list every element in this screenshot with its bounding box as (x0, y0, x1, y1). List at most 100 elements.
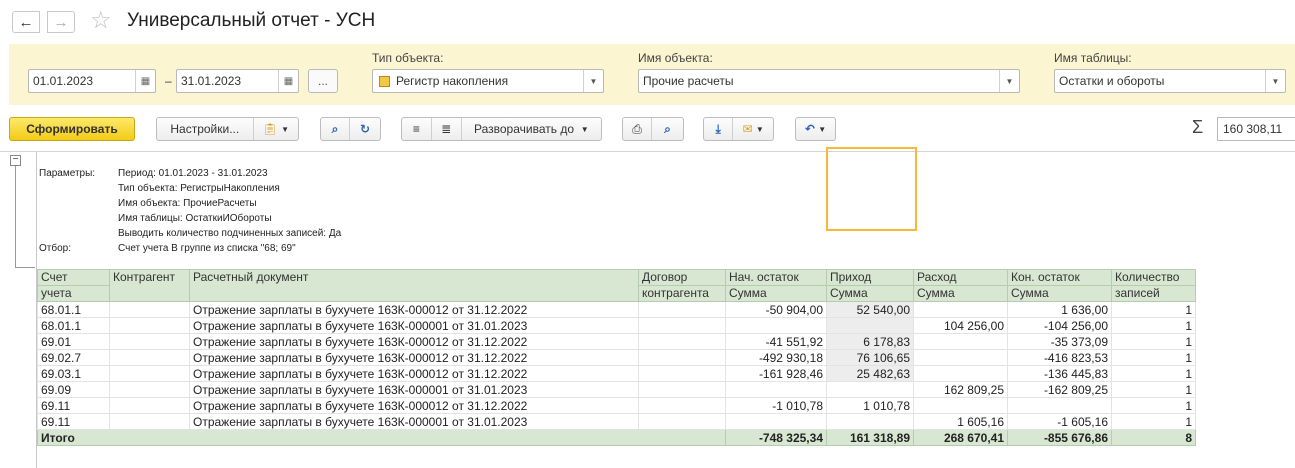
cell-counterparty[interactable] (109, 413, 190, 430)
table-row[interactable]: 68.01.1 Отражение зарплаты в бухучете 16… (37, 301, 1196, 318)
cell-count[interactable]: 1 (1111, 397, 1196, 414)
cell-counterparty[interactable] (109, 397, 190, 414)
cell-end[interactable]: -104 256,00 (1007, 317, 1112, 334)
search-next-icon[interactable]: ↻ (350, 118, 380, 140)
cell-account[interactable]: 69.09 (37, 381, 110, 398)
table-row[interactable]: 69.11 Отражение зарплаты в бухучете 163К… (37, 397, 1196, 414)
cell-count[interactable]: 1 (1111, 365, 1196, 382)
calendar-icon[interactable]: ▦ (135, 70, 155, 92)
cell-count[interactable]: 1 (1111, 317, 1196, 334)
cell-count[interactable]: 1 (1111, 413, 1196, 430)
cell-start[interactable]: -492 930,18 (725, 349, 827, 366)
table-name-select[interactable]: Остатки и обороты ▼ (1054, 69, 1286, 93)
col-count-sub[interactable]: записей (1111, 285, 1196, 302)
expand-all-icon[interactable]: ≣ (432, 118, 462, 140)
cell-income[interactable]: 76 106,65 (826, 349, 914, 366)
table-row[interactable]: 69.09 Отражение зарплаты в бухучете 163К… (37, 381, 1196, 398)
cell-contract[interactable] (638, 317, 726, 334)
cell-count[interactable]: 1 (1111, 333, 1196, 350)
cell-count[interactable]: 1 (1111, 349, 1196, 366)
cell-document[interactable]: Отражение зарплаты в бухучете 163К-00001… (189, 349, 639, 366)
cell-income[interactable]: 1 010,78 (826, 397, 914, 414)
object-name-select[interactable]: Прочие расчеты ▼ (638, 69, 1020, 93)
table-row[interactable]: 68.01.1 Отражение зарплаты в бухучете 16… (37, 317, 1196, 334)
cell-contract[interactable] (638, 301, 726, 318)
collapse-all-icon[interactable]: ≡ (402, 118, 432, 140)
cell-end[interactable]: 1 636,00 (1007, 301, 1112, 318)
cell-expense[interactable] (913, 333, 1008, 350)
cell-start[interactable] (725, 381, 827, 398)
col-count[interactable]: Количество (1111, 269, 1196, 286)
cell-start[interactable]: -41 551,92 (725, 333, 827, 350)
col-account-sub[interactable]: учета (37, 285, 110, 302)
cell-income[interactable] (826, 381, 914, 398)
date-from-field[interactable]: 01.01.2023 ▦ (28, 69, 156, 93)
col-start[interactable]: Нач. остаток (725, 269, 827, 286)
cell-document[interactable]: Отражение зарплаты в бухучете 163К-00001… (189, 333, 639, 350)
cell-document[interactable]: Отражение зарплаты в бухучете 163К-00000… (189, 317, 639, 334)
generate-button[interactable]: Сформировать (9, 117, 135, 141)
variant-menu-button[interactable]: 📋︎ ▼ (254, 118, 298, 140)
cell-start[interactable] (725, 317, 827, 334)
table-row[interactable]: 69.02.7 Отражение зарплаты в бухучете 16… (37, 349, 1196, 366)
collapse-group-icon[interactable]: − (10, 155, 21, 166)
email-menu-button[interactable]: ✉ ▼ (733, 118, 773, 140)
cell-account[interactable]: 69.11 (37, 413, 110, 430)
col-expense-sub[interactable]: Сумма (913, 285, 1008, 302)
cell-expense[interactable] (913, 301, 1008, 318)
calendar-icon[interactable]: ▦ (278, 70, 298, 92)
cell-end[interactable] (1007, 397, 1112, 414)
cell-account[interactable]: 68.01.1 (37, 301, 110, 318)
cell-document[interactable]: Отражение зарплаты в бухучете 163К-00001… (189, 365, 639, 382)
cell-end[interactable]: -416 823,53 (1007, 349, 1112, 366)
cell-document[interactable]: Отражение зарплаты в бухучете 163К-00001… (189, 397, 639, 414)
sum-field[interactable]: 160 308,11 (1217, 117, 1295, 141)
cell-account[interactable]: 69.02.7 (37, 349, 110, 366)
total-end[interactable]: -855 676,86 (1007, 429, 1112, 446)
total-row[interactable]: Итого -748 325,34 161 318,89 268 670,41 … (37, 429, 1196, 446)
print-icon[interactable]: ⎙ (623, 118, 653, 140)
chevron-down-icon[interactable]: ▼ (1265, 70, 1285, 92)
col-contract-sub[interactable]: контрагента (638, 285, 726, 302)
cell-account[interactable]: 69.03.1 (37, 365, 110, 382)
table-row[interactable]: 69.03.1 Отражение зарплаты в бухучете 16… (37, 365, 1196, 382)
cell-counterparty[interactable] (109, 349, 190, 366)
cell-income[interactable]: 6 178,83 (826, 333, 914, 350)
cell-counterparty[interactable] (109, 333, 190, 350)
col-expense[interactable]: Расход (913, 269, 1008, 286)
total-income[interactable]: 161 318,89 (826, 429, 914, 446)
col-counterparty[interactable]: Контрагент (109, 269, 190, 302)
cell-document[interactable]: Отражение зарплаты в бухучете 163К-00001… (189, 301, 639, 318)
settings-button[interactable]: Настройки... (157, 118, 254, 140)
cell-contract[interactable] (638, 381, 726, 398)
cell-start[interactable]: -1 010,78 (725, 397, 827, 414)
cell-counterparty[interactable] (109, 381, 190, 398)
cell-contract[interactable] (638, 333, 726, 350)
cell-end[interactable]: -162 809,25 (1007, 381, 1112, 398)
chevron-down-icon[interactable]: ▼ (583, 70, 603, 92)
cell-contract[interactable] (638, 349, 726, 366)
col-document[interactable]: Расчетный документ (189, 269, 639, 302)
total-start[interactable]: -748 325,34 (725, 429, 827, 446)
cell-start[interactable] (725, 413, 827, 430)
forward-button[interactable]: → (47, 11, 75, 33)
cell-income[interactable]: 52 540,00 (826, 301, 914, 318)
more-actions-button[interactable]: ↶ ▼ (795, 117, 836, 141)
cell-contract[interactable] (638, 397, 726, 414)
print-preview-icon[interactable]: ⌕ (652, 118, 683, 140)
expand-to-button[interactable]: Разворачивать до ▼ (462, 118, 601, 140)
cell-expense[interactable]: 104 256,00 (913, 317, 1008, 334)
col-account[interactable]: Счет (37, 269, 110, 286)
cell-expense[interactable]: 162 809,25 (913, 381, 1008, 398)
cell-expense[interactable] (913, 349, 1008, 366)
col-income[interactable]: Приход (826, 269, 914, 286)
cell-start[interactable]: -50 904,00 (725, 301, 827, 318)
cell-account[interactable]: 68.01.1 (37, 317, 110, 334)
cell-contract[interactable] (638, 413, 726, 430)
star-icon[interactable]: ☆ (90, 6, 112, 35)
cell-account[interactable]: 69.11 (37, 397, 110, 414)
cell-income[interactable]: 25 482,63 (826, 365, 914, 382)
cell-expense[interactable] (913, 365, 1008, 382)
period-select-button[interactable]: ... (308, 69, 338, 93)
cell-end[interactable]: -1 605,16 (1007, 413, 1112, 430)
